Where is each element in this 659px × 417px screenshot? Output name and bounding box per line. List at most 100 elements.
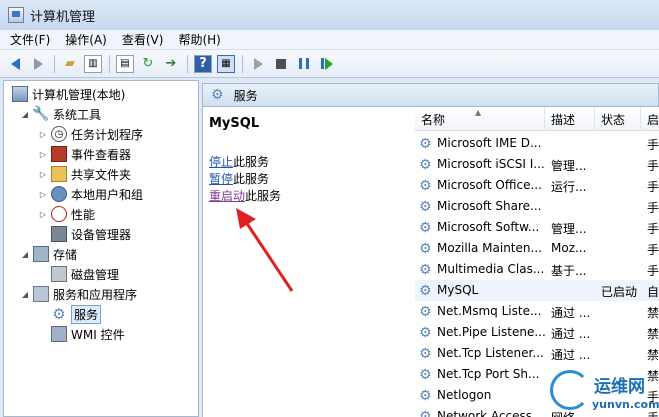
menu-help[interactable]: 帮助(H) [178, 31, 220, 48]
users-icon [51, 186, 67, 202]
tree-item-event-viewer[interactable]: ▷ 事件查看器 [38, 144, 131, 164]
table-row[interactable]: ⚙ MySQL 已启动自 [415, 280, 659, 301]
storage-icon [33, 246, 49, 262]
service-gear-icon: ⚙ [419, 177, 432, 194]
table-row[interactable]: ⚙ Mozilla Mainten... Moz... 手 [415, 238, 659, 259]
service-desc-cell: 运行... [551, 180, 587, 194]
event-log-icon [51, 146, 67, 162]
service-startup-cell: 手 [647, 138, 659, 152]
stop-service-link[interactable]: 停止 [209, 155, 233, 169]
forward-arrow-icon[interactable] [29, 55, 47, 73]
table-row[interactable]: ⚙ Net.Tcp Listener... 通过 ... 禁 [415, 343, 659, 364]
pause-service-link[interactable]: 暂停 [209, 172, 233, 186]
tree-label: 服务和应用程序 [53, 287, 138, 302]
tree-item-performance[interactable]: ▷ 性能 [38, 204, 95, 224]
table-row[interactable]: ⚙ Microsoft IME D... 手 [415, 133, 659, 154]
collapse-triangle-icon[interactable]: ◢ [20, 110, 30, 119]
service-desc-cell: 通过 ... [551, 306, 591, 320]
tree-label: 事件查看器 [71, 147, 132, 162]
tree-label: 任务计划程序 [71, 127, 144, 142]
performance-icon [51, 206, 67, 222]
restart-service-action: 重启动此服务 [209, 187, 281, 204]
service-name-cell: Multimedia Clas... [437, 262, 545, 276]
service-name-cell: Microsoft Share... [437, 199, 542, 213]
service-gear-icon: ⚙ [419, 135, 432, 152]
stop-service-action: 停止此服务 [209, 153, 269, 170]
column-description[interactable]: 描述 [545, 107, 595, 131]
export-list-icon[interactable]: ➔ [162, 55, 180, 73]
start-service-icon[interactable] [249, 55, 267, 73]
tools-icon: 🔧 [32, 106, 50, 122]
show-tree-icon[interactable]: ▥ [84, 54, 102, 73]
wmi-icon [51, 326, 67, 342]
refresh-icon[interactable]: ↻ [139, 55, 157, 73]
header-title: 服务 [233, 88, 258, 103]
tree-label: WMI 控件 [71, 327, 125, 342]
expand-triangle-icon[interactable]: ▷ [38, 190, 48, 199]
tree-item-wmi[interactable]: WMI 控件 [51, 324, 125, 344]
service-name-cell: Net.Tcp Listener... [437, 346, 544, 360]
table-row[interactable]: ⚙ Net.Msmq Liste... 通过 ... 禁 [415, 301, 659, 322]
table-row[interactable]: ⚙ Microsoft Office... 运行... 手 [415, 175, 659, 196]
table-row[interactable]: ⚙ Net.Pipe Listene... 通过 ... 禁 [415, 322, 659, 343]
tree-item-shared-folders[interactable]: ▷ 共享文件夹 [38, 164, 131, 184]
tree-item-task-scheduler[interactable]: ▷ ◷ 任务计划程序 [38, 124, 143, 144]
show-action-pane-icon[interactable]: ▦ [217, 54, 235, 73]
table-row[interactable]: ⚙ Multimedia Clas... 基于... 手 [415, 259, 659, 280]
action-suffix: 此服务 [245, 189, 282, 203]
restart-service-icon[interactable] [318, 55, 336, 73]
service-name-cell: Network Access ... [437, 409, 545, 417]
export-icon[interactable]: ▤ [116, 54, 134, 73]
window-title: 计算机管理 [30, 9, 96, 25]
expand-triangle-icon[interactable]: ▷ [38, 170, 48, 179]
selected-service-name: MySQL [209, 116, 260, 131]
menu-action[interactable]: 操作(A) [65, 31, 107, 48]
tree-label: 计算机管理(本地) [32, 87, 126, 102]
services-apps-icon [33, 286, 49, 302]
up-folder-icon[interactable]: ▰ [61, 55, 79, 73]
table-row[interactable]: ⚙ Microsoft iSCSI I... 管理... 手 [415, 154, 659, 175]
table-row[interactable]: ⚙ Microsoft Share... 手 [415, 196, 659, 217]
service-desc-cell: 通过 ... [551, 348, 591, 362]
service-startup-cell: 禁 [647, 306, 659, 320]
expand-triangle-icon[interactable]: ▷ [38, 150, 48, 159]
column-startup-type[interactable]: 启 [641, 107, 659, 131]
service-gear-icon: ⚙ [419, 198, 432, 215]
tree-item-local-users[interactable]: ▷ 本地用户和组 [38, 184, 143, 204]
tree-item-disk-management[interactable]: 磁盘管理 [51, 264, 119, 284]
help-icon[interactable]: ? [194, 54, 212, 73]
service-name-cell: Net.Tcp Port Sh... [437, 367, 540, 381]
back-arrow-icon[interactable] [6, 55, 24, 73]
annotation-arrow [236, 208, 294, 292]
tree-label: 磁盘管理 [71, 267, 120, 282]
tree-item-services-apps[interactable]: ◢ 服务和应用程序 [20, 284, 137, 304]
action-suffix: 此服务 [233, 172, 270, 186]
tree-item-system-tools[interactable]: ◢ 🔧 系统工具 [20, 104, 101, 124]
tree-item-storage[interactable]: ◢ 存储 [20, 244, 77, 264]
menu-bar: 文件(F) 操作(A) 查看(V) 帮助(H) [0, 30, 659, 50]
pause-service-icon[interactable] [295, 55, 313, 73]
menu-file[interactable]: 文件(F) [10, 31, 50, 48]
collapse-triangle-icon[interactable]: ◢ [20, 250, 30, 259]
column-status[interactable]: 状态 [595, 107, 641, 131]
column-name[interactable]: 名称 [415, 107, 545, 131]
service-name-cell: Net.Pipe Listene... [437, 325, 545, 339]
expand-triangle-icon[interactable]: ▷ [38, 130, 48, 139]
service-gear-icon: ⚙ [419, 387, 432, 404]
tree-item-device-manager[interactable]: 设备管理器 [51, 224, 131, 244]
list-header: ▲ 名称 描述 状态 启 [415, 107, 659, 131]
expand-triangle-icon[interactable]: ▷ [38, 210, 48, 219]
menu-view[interactable]: 查看(V) [122, 31, 164, 48]
disk-icon [51, 266, 67, 282]
tree-item-root[interactable]: 计算机管理(本地) [12, 84, 125, 104]
service-startup-cell: 手 [647, 264, 659, 278]
service-gear-icon: ⚙ [419, 345, 432, 362]
table-row[interactable]: ⚙ Microsoft Softw... 管理... 手 [415, 217, 659, 238]
shared-folder-icon [51, 166, 67, 182]
watermark-name: 运维网 [594, 377, 645, 397]
collapse-triangle-icon[interactable]: ◢ [20, 290, 30, 299]
stop-service-icon[interactable] [272, 55, 290, 73]
restart-service-link[interactable]: 重启动 [209, 189, 245, 203]
tree-label: 本地用户和组 [71, 187, 144, 202]
tree-item-services[interactable]: ⚙ 服务 [51, 304, 102, 324]
